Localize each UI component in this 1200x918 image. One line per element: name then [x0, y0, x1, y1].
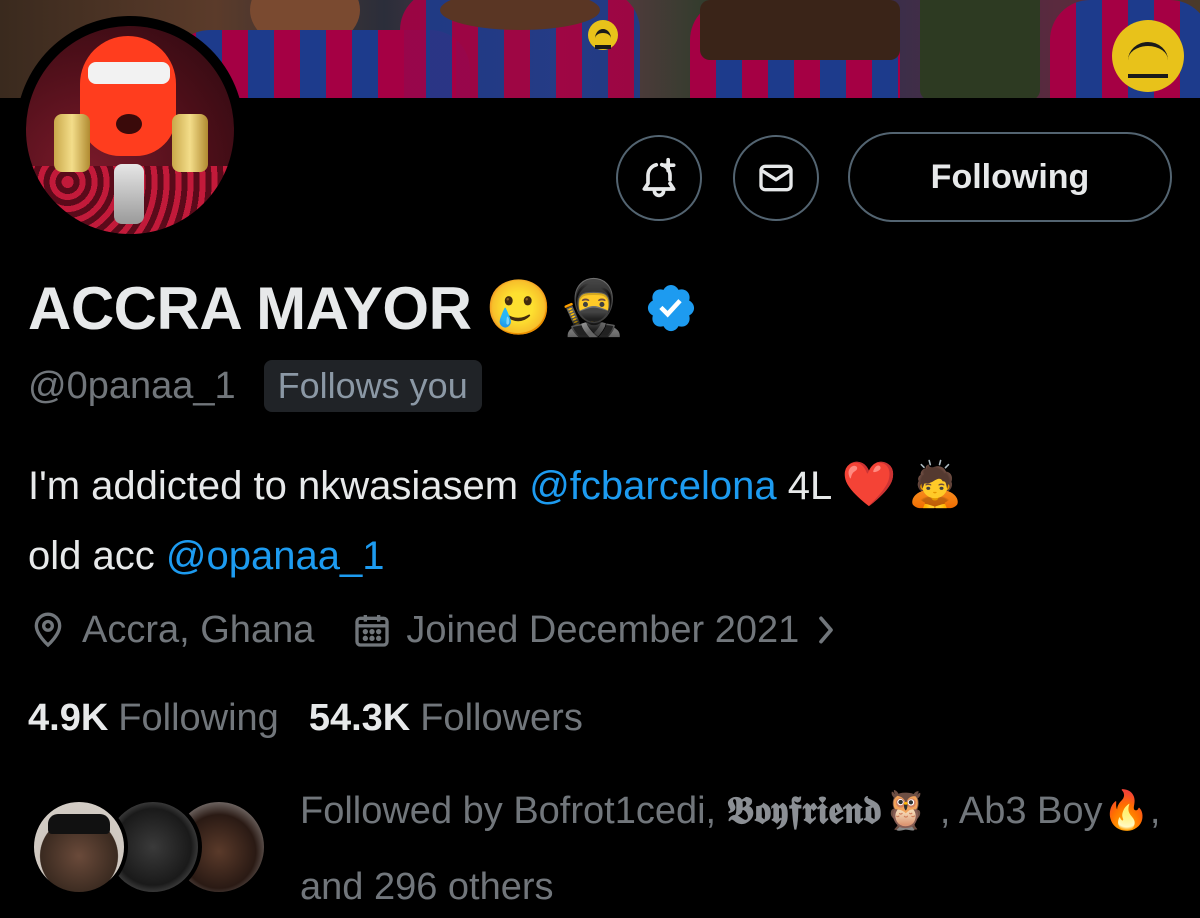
joined-item[interactable]: Joined December 2021: [352, 609, 841, 652]
avatar-image: [26, 26, 234, 234]
profile-page: Following ACCRA MAYOR 🥲 🥷 @0panaa_1 Foll…: [0, 0, 1200, 918]
follows-you-badge: Follows you: [263, 360, 482, 412]
envelope-icon: [759, 164, 793, 192]
fire-emoji: 🔥: [1102, 790, 1150, 832]
bio-mention-fcbarcelona[interactable]: @fcbarcelona: [529, 464, 776, 508]
followed-by-text[interactable]: Followed by Bofrot1cedi, 𝕭𝖔𝖞𝖋𝖗𝖎𝖊𝖓𝖉🦉 , Ab…: [300, 772, 1180, 918]
bio-text: old acc: [28, 534, 166, 578]
chevron-right-icon: [819, 616, 834, 644]
follower-avatar[interactable]: [30, 798, 128, 896]
ninja-emoji: 🥷: [558, 276, 626, 339]
map-pin-icon: [34, 612, 62, 648]
followers-label: Followers: [420, 696, 583, 739]
follower-name-boyfriend: 𝕭𝖔𝖞𝖋𝖗𝖎𝖊𝖓𝖉: [726, 787, 882, 832]
red-heart-emoji: ❤️: [841, 460, 897, 509]
bell-plus-icon: [642, 157, 676, 198]
followed-by-middle: , Ab3 Boy: [929, 790, 1103, 832]
followers-count: 54.3K: [308, 696, 411, 739]
notifications-button[interactable]: [616, 135, 702, 221]
display-name-row: ACCRA MAYOR 🥲 🥷: [28, 270, 698, 346]
user-handle: @0panaa_1: [28, 364, 236, 407]
profile-avatar[interactable]: [16, 16, 244, 244]
follow-stats: 4.9K Following 54.3K Followers: [28, 690, 583, 746]
followers-count-link[interactable]: 54.3K Followers: [309, 697, 583, 740]
handle-row: @0panaa_1 Follows you: [28, 358, 482, 414]
location-text: Accra, Ghana: [82, 608, 315, 651]
owl-emoji: 🦉: [881, 790, 930, 832]
bowing-person-emoji: 🙇: [907, 460, 963, 509]
message-button[interactable]: [733, 135, 819, 221]
following-label: Following: [118, 696, 279, 739]
smiling-tear-emoji: 🥲: [485, 276, 553, 339]
bio-text: I'm addicted to nkwasiasem: [28, 464, 530, 508]
following-count-link[interactable]: 4.9K Following: [28, 697, 279, 740]
followed-by-prefix: Followed by Bofrot1cedi,: [300, 790, 727, 832]
following-count: 4.9K: [28, 696, 109, 739]
bio-text: 4L: [776, 464, 842, 508]
profile-meta: Accra, Ghana Joined December 2021: [28, 600, 841, 660]
joined-text: Joined December 2021: [406, 608, 800, 651]
verified-badge-icon[interactable]: [644, 281, 698, 335]
calendar-icon: [355, 615, 390, 647]
location-item: Accra, Ghana: [28, 609, 314, 652]
following-button[interactable]: Following: [848, 132, 1172, 222]
display-name: ACCRA MAYOR: [28, 274, 472, 342]
profile-bio: I'm addicted to nkwasiasem @fcbarcelona …: [28, 450, 1178, 591]
bio-mention-old-account[interactable]: @opanaa_1: [166, 534, 385, 578]
